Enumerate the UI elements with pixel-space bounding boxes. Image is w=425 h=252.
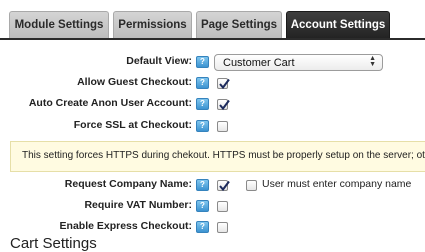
help-icon[interactable]: ? xyxy=(196,98,209,110)
auto-create-anon-user-label: Auto Create Anon User Account: xyxy=(28,97,192,109)
help-icon[interactable]: ? xyxy=(196,77,209,89)
request-company-name-label: Request Company Name: xyxy=(64,178,192,190)
require-vat-checkbox[interactable] xyxy=(217,201,228,212)
tab-page-settings[interactable]: Page Settings xyxy=(196,11,282,38)
company-name-required-label: User must enter company name xyxy=(262,178,412,190)
help-icon[interactable]: ? xyxy=(196,56,209,68)
company-name-required-checkbox[interactable] xyxy=(246,180,257,191)
help-icon[interactable]: ? xyxy=(196,179,209,191)
auto-create-anon-user-checkbox[interactable] xyxy=(217,99,230,111)
default-view-row: Default View: ? Customer Cart ▲ ▼ xyxy=(0,54,425,72)
force-ssl-label: Force SSL at Checkout: xyxy=(73,119,192,131)
tab-label: Module Settings xyxy=(14,19,104,31)
help-icon[interactable]: ? xyxy=(196,221,209,233)
tab-permissions[interactable]: Permissions xyxy=(113,11,192,38)
settings-tab-bar: Module Settings Permissions Page Setting… xyxy=(0,0,425,38)
tab-account-settings[interactable]: Account Settings xyxy=(286,11,390,38)
tab-module-settings[interactable]: Module Settings xyxy=(9,11,109,38)
help-icon[interactable]: ? xyxy=(196,120,209,132)
allow-guest-checkout-row: Allow Guest Checkout: ? xyxy=(0,75,425,93)
tab-label: Account Settings xyxy=(290,19,386,31)
tab-bar-divider xyxy=(0,38,425,40)
enable-express-checkout-label: Enable Express Checkout: xyxy=(59,220,192,232)
enable-express-checkout-checkbox[interactable] xyxy=(217,222,228,233)
force-ssl-row: Force SSL at Checkout: ? xyxy=(0,118,425,136)
allow-guest-checkout-checkbox[interactable] xyxy=(217,78,230,90)
allow-guest-checkout-label: Allow Guest Checkout: xyxy=(77,76,192,88)
force-ssl-checkbox[interactable] xyxy=(217,121,228,132)
default-view-label: Default View: xyxy=(126,55,192,67)
cart-settings-heading: Cart Settings xyxy=(10,235,97,252)
help-icon[interactable]: ? xyxy=(196,200,209,212)
tab-label: Page Settings xyxy=(200,19,278,31)
request-company-name-checkbox[interactable] xyxy=(217,180,230,192)
default-view-select[interactable]: Customer Cart ▲ ▼ xyxy=(214,54,383,71)
auto-create-anon-user-row: Auto Create Anon User Account: ? xyxy=(0,96,425,114)
tab-label: Permissions xyxy=(118,19,187,31)
request-company-name-row: Request Company Name: ? User must enter … xyxy=(0,177,425,195)
ssl-notice-text: This setting forces HTTPS during chekout… xyxy=(22,150,425,161)
require-vat-row: Require VAT Number: ? xyxy=(0,198,425,216)
ssl-notice: This setting forces HTTPS during chekout… xyxy=(10,141,425,172)
require-vat-label: Require VAT Number: xyxy=(84,199,192,211)
default-view-value: Customer Cart xyxy=(223,57,295,69)
select-arrows-icon: ▲ ▼ xyxy=(369,55,376,68)
